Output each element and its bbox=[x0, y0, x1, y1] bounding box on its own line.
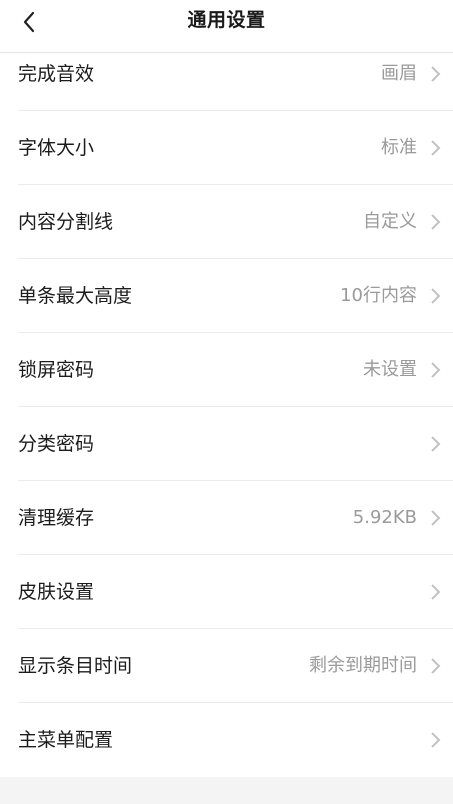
settings-row-value: 未设置 bbox=[363, 359, 417, 380]
settings-row-value: 5.92KB bbox=[352, 507, 417, 528]
settings-row-label: 内容分割线 bbox=[18, 211, 114, 233]
nav-header: 通用设置 bbox=[0, 0, 453, 53]
settings-row-skin[interactable]: 皮肤设置 bbox=[0, 555, 453, 629]
settings-row-font-size[interactable]: 字体大小 标准 bbox=[0, 111, 453, 185]
settings-row-label: 单条最大高度 bbox=[18, 285, 133, 307]
settings-row-value: 自定义 bbox=[363, 211, 417, 232]
chevron-right-icon bbox=[431, 140, 441, 156]
settings-row-label: 锁屏密码 bbox=[18, 359, 95, 381]
chevron-right-icon bbox=[431, 362, 441, 378]
settings-row-label: 皮肤设置 bbox=[18, 581, 95, 603]
settings-row-category-password[interactable]: 分类密码 bbox=[0, 407, 453, 481]
chevron-right-icon bbox=[431, 436, 441, 452]
settings-row-divider[interactable]: 内容分割线 自定义 bbox=[0, 185, 453, 259]
settings-row-max-height[interactable]: 单条最大高度 10行内容 bbox=[0, 259, 453, 333]
chevron-right-icon bbox=[431, 732, 441, 748]
chevron-right-icon bbox=[431, 288, 441, 304]
chevron-right-icon bbox=[431, 214, 441, 230]
settings-row-value: 标准 bbox=[381, 137, 417, 158]
settings-row-main-menu[interactable]: 主菜单配置 bbox=[0, 703, 453, 777]
chevron-right-icon bbox=[431, 510, 441, 526]
settings-row-label: 字体大小 bbox=[18, 137, 95, 159]
page-title: 通用设置 bbox=[187, 9, 266, 31]
settings-row-clear-cache[interactable]: 清理缓存 5.92KB bbox=[0, 481, 453, 555]
bottom-spacer bbox=[0, 777, 453, 804]
settings-page: 完成音效 画眉 字体大小 标准 内容分割线 自定义 单条最大高度 10行内容 锁… bbox=[0, 0, 453, 804]
settings-row-label: 分类密码 bbox=[18, 433, 95, 455]
settings-row-lock-password[interactable]: 锁屏密码 未设置 bbox=[0, 333, 453, 407]
chevron-right-icon bbox=[431, 66, 441, 82]
settings-row-value: 剩余到期时间 bbox=[309, 655, 417, 676]
chevron-right-icon bbox=[431, 658, 441, 674]
settings-row-item-time[interactable]: 显示条目时间 剩余到期时间 bbox=[0, 629, 453, 703]
settings-row-label: 清理缓存 bbox=[18, 507, 95, 529]
settings-list: 完成音效 画眉 字体大小 标准 内容分割线 自定义 单条最大高度 10行内容 锁… bbox=[0, 37, 453, 777]
chevron-right-icon bbox=[431, 584, 441, 600]
settings-row-value: 10行内容 bbox=[340, 285, 417, 306]
settings-row-label: 显示条目时间 bbox=[18, 655, 133, 677]
settings-row-label: 主菜单配置 bbox=[18, 729, 114, 751]
